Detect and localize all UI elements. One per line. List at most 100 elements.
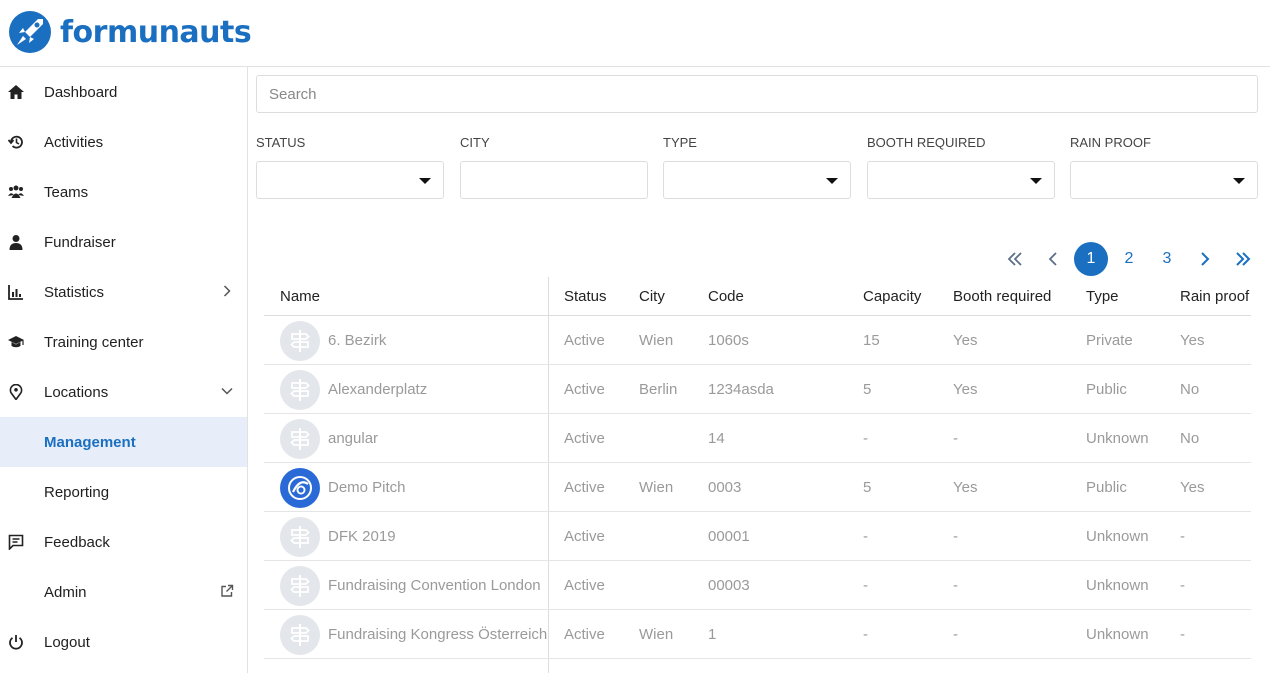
- chevron-right-icon: [223, 285, 231, 297]
- column-header-status[interactable]: Status: [564, 288, 607, 305]
- cell-type: Unknown: [1086, 430, 1149, 447]
- last-page-button[interactable]: [1226, 242, 1260, 276]
- signpost-icon: [280, 370, 320, 410]
- page-button-1[interactable]: 1: [1074, 242, 1108, 276]
- sidebar-item-label: Management: [44, 433, 136, 451]
- table-row[interactable]: Alexanderplatz Active Berlin 1234asda 5 Yes Pu…: [264, 365, 1251, 414]
- sidebar-item-logout[interactable]: Logout: [0, 617, 247, 667]
- cell-name: Alexanderplatz: [328, 381, 428, 398]
- page-button-2[interactable]: 2: [1112, 242, 1146, 276]
- sidebar-item-label: Admin: [44, 583, 87, 601]
- table-row[interactable]: DFK 2019 Active 00001 - - Unknown -: [264, 512, 1251, 561]
- cell-booth-required: Yes: [953, 479, 978, 496]
- search-input[interactable]: [256, 75, 1258, 113]
- cell-name: angular: [328, 430, 379, 447]
- sidebar-item-fundraiser[interactable]: Fundraiser: [0, 217, 247, 267]
- booth-required-select[interactable]: [867, 161, 1055, 199]
- table-row[interactable]: Fundraising Convention London Active 00003…: [264, 561, 1251, 610]
- sidebar-item-admin[interactable]: Admin: [0, 567, 247, 617]
- column-header-city[interactable]: City: [639, 288, 665, 305]
- filter-label: BOOTH REQUIRED: [867, 135, 986, 150]
- sidebar-item-reporting[interactable]: Reporting: [0, 467, 247, 517]
- column-header-type[interactable]: Type: [1086, 288, 1119, 305]
- column-header-code[interactable]: Code: [708, 288, 744, 305]
- cell-capacity: 5: [863, 479, 872, 496]
- status-select[interactable]: [256, 161, 444, 199]
- caret-down-icon: [1233, 178, 1245, 184]
- sidebar-item-teams[interactable]: Teams: [0, 167, 247, 217]
- filter-label: CITY: [460, 135, 490, 150]
- app-header: formunauts: [0, 0, 1270, 67]
- rain-proof-select[interactable]: [1070, 161, 1258, 199]
- cell-rain-proof: No: [1180, 430, 1200, 447]
- double-chevron-right-icon: [1236, 252, 1251, 266]
- previous-page-button[interactable]: [1036, 242, 1070, 276]
- type-select[interactable]: [663, 161, 851, 199]
- city-input[interactable]: [460, 161, 648, 199]
- filter-label: RAIN PROOF: [1070, 135, 1151, 150]
- caret-down-icon: [826, 178, 838, 184]
- signpost-icon: [280, 615, 320, 655]
- cell-type: Public: [1086, 479, 1127, 496]
- next-page-button[interactable]: [1188, 242, 1222, 276]
- sidebar-item-locations[interactable]: Locations: [0, 367, 247, 417]
- pagination: 1 2 3: [998, 242, 1260, 276]
- sidebar-item-statistics[interactable]: Statistics: [0, 267, 247, 317]
- cell-name: Demo Pitch: [328, 479, 406, 496]
- brand-logo[interactable]: formunauts: [8, 10, 252, 54]
- sidebar-item-training-center[interactable]: Training center: [0, 317, 247, 367]
- signpost-icon: [280, 517, 320, 557]
- caret-down-icon: [419, 178, 431, 184]
- table-row[interactable]: angular Active 14 - - Unknown No: [264, 414, 1251, 463]
- table-row[interactable]: Fundraising Kongress Österreich Active Wie…: [264, 610, 1251, 659]
- cell-city: Wien: [639, 479, 674, 496]
- cell-status: Active: [564, 577, 605, 594]
- signpost-icon: [280, 321, 320, 361]
- cell-status: Active: [564, 430, 605, 447]
- chevron-left-icon: [1048, 252, 1057, 266]
- sidebar-item-feedback[interactable]: Feedback: [0, 517, 247, 567]
- main-content: STATUS CITY TYPE BOOTH REQUIRED RAIN PRO…: [248, 67, 1270, 673]
- filter-rain-proof: RAIN PROOF: [1070, 135, 1258, 199]
- cell-booth-required: -: [953, 577, 958, 594]
- table-row[interactable]: 6. Bezirk Active Wien 1060s 15 Yes Private Yes: [264, 316, 1251, 365]
- cell-capacity: -: [863, 626, 868, 643]
- sidebar-item-label: Statistics: [44, 283, 105, 301]
- cell-rain-proof: No: [1180, 381, 1200, 398]
- cell-code: 00001: [708, 528, 750, 545]
- filter-city: CITY: [460, 135, 648, 199]
- chart-icon: [8, 285, 23, 300]
- first-page-button[interactable]: [998, 242, 1032, 276]
- sidebar-item-label: Dashboard: [44, 83, 118, 101]
- sidebar-item-dashboard[interactable]: Dashboard: [0, 67, 247, 117]
- column-header-name[interactable]: Name: [280, 288, 320, 305]
- power-icon: [9, 635, 23, 650]
- sidebar-item-label: Activities: [44, 133, 104, 151]
- table-header: Name Status City Code Capacity Booth req…: [264, 277, 1251, 316]
- double-chevron-left-icon: [1007, 252, 1022, 266]
- cell-code: 1060s: [708, 332, 749, 349]
- filter-label: TYPE: [663, 135, 697, 150]
- sidebar-item-activities[interactable]: Activities: [0, 117, 247, 167]
- caret-down-icon: [1030, 178, 1042, 184]
- cell-rain-proof: -: [1180, 577, 1185, 594]
- home-icon: [8, 85, 24, 99]
- cell-capacity: -: [863, 577, 868, 594]
- cell-rain-proof: -: [1180, 528, 1185, 545]
- sidebar-item-management[interactable]: Management: [0, 417, 247, 467]
- cell-name: Fundraising Kongress Österreich: [328, 626, 548, 643]
- cell-city: Berlin: [639, 381, 678, 398]
- cell-status: Active: [564, 626, 605, 643]
- table-row[interactable]: Demo Pitch Active Wien 0003 5 Yes Public Yes: [264, 463, 1251, 512]
- locations-table: Name Status City Code Capacity Booth req…: [264, 277, 1251, 673]
- cell-status: Active: [564, 381, 605, 398]
- cell-type: Unknown: [1086, 626, 1149, 643]
- cell-booth-required: -: [953, 528, 958, 545]
- column-header-rain-proof[interactable]: Rain proof: [1180, 288, 1249, 305]
- cell-status: Active: [564, 479, 605, 496]
- column-header-booth-required[interactable]: Booth required: [953, 288, 1051, 305]
- page-button-3[interactable]: 3: [1150, 242, 1184, 276]
- sidebar-item-label: Training center: [44, 333, 144, 351]
- cell-code: 1234asda: [708, 381, 774, 398]
- column-header-capacity[interactable]: Capacity: [863, 288, 921, 305]
